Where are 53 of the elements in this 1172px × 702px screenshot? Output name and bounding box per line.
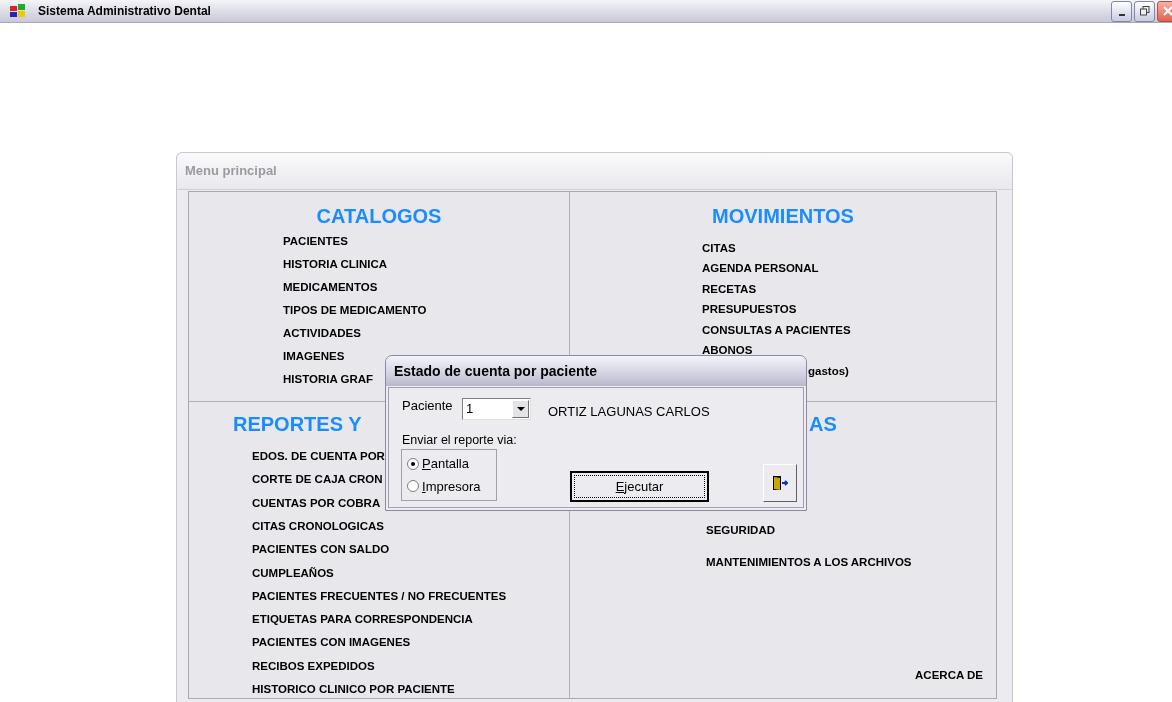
menu-item[interactable]: PACIENTES CON IMAGENES xyxy=(252,634,411,652)
patient-name: ORTIZ LAGUNAS CARLOS xyxy=(548,403,710,421)
section-heading: CATALOGOS xyxy=(316,205,442,227)
restore-button[interactable] xyxy=(1134,0,1155,22)
menu-item[interactable]: EDOS. DE CUENTA POR xyxy=(252,448,385,466)
door-exit-icon xyxy=(772,475,788,491)
section-heading: REPORTES Y xyxy=(233,413,362,435)
menu-item[interactable]: ETIQUETAS PARA CORRESPONDENCIA xyxy=(252,611,473,629)
menu-item[interactable]: CORTE DE CAJA CRON xyxy=(252,471,383,489)
exit-button[interactable] xyxy=(763,464,797,502)
radio-option[interactable]: Impresora xyxy=(407,476,496,496)
panel-title: Menu principal xyxy=(185,162,277,181)
menu-item[interactable]: ACERCA DE xyxy=(915,669,983,681)
menu-item[interactable]: PRESUPUESTOS xyxy=(702,301,797,319)
window-title: Sistema Administrativo Dental xyxy=(38,3,211,20)
menu-item[interactable]: CONSULTAS A PACIENTES xyxy=(702,321,851,339)
menu-item[interactable]: HISTORIA CLINICA xyxy=(283,255,388,274)
menu-item[interactable]: CITAS xyxy=(702,239,736,257)
menu-item[interactable]: gastos) xyxy=(808,362,849,380)
group-label: Enviar el reporte via: xyxy=(402,432,517,449)
section-heading: AS xyxy=(809,413,837,435)
radio-button[interactable] xyxy=(407,457,419,470)
menu-item[interactable]: CUMPLEAÑOS xyxy=(252,564,334,582)
app-icon xyxy=(10,4,26,18)
menu-item[interactable]: RECETAS xyxy=(702,280,757,298)
patient-dropdown[interactable]: 1 xyxy=(462,398,531,420)
execute-button[interactable]: Ejecutar xyxy=(570,471,709,502)
menu-item[interactable]: RECIBOS EXPEDIDOS xyxy=(252,657,375,675)
menu-item[interactable]: MEDICAMENTOS xyxy=(283,278,378,297)
menu-item[interactable]: HISTORIA GRAF xyxy=(283,370,374,389)
menu-item[interactable]: CITAS CRONOLOGICAS xyxy=(252,517,385,536)
radio-button[interactable] xyxy=(407,480,419,493)
menu-item[interactable]: SEGURIDAD xyxy=(706,522,775,540)
close-icon xyxy=(1162,6,1172,16)
menu-item[interactable]: TIPOS DE MEDICAMENTO xyxy=(283,301,427,320)
minimize-button[interactable] xyxy=(1111,0,1132,22)
dialog-title: Estado de cuenta por paciente xyxy=(394,361,598,381)
radio-option[interactable]: Pantalla xyxy=(407,454,496,474)
close-button[interactable] xyxy=(1157,0,1172,22)
section-heading: MOVIMIENTOS xyxy=(712,205,854,227)
menu-item[interactable]: HISTORICO CLINICO POR PACIENTE xyxy=(252,681,455,699)
menu-item[interactable]: PACIENTES xyxy=(283,232,348,251)
menu-item[interactable]: MANTENIMIENTOS A LOS ARCHIVOS xyxy=(706,554,912,572)
menu-item[interactable]: ACTIVIDADES xyxy=(283,324,361,343)
field-label: Paciente xyxy=(402,397,453,415)
menu-item[interactable]: IMAGENES xyxy=(283,347,345,366)
menu-item[interactable]: PACIENTES FRECUENTES / NO FRECUENTES xyxy=(252,587,507,606)
menu-item[interactable]: ABONOS xyxy=(702,342,753,360)
menu-item[interactable]: AGENDA PERSONAL xyxy=(702,260,819,278)
restore-icon xyxy=(1139,6,1150,16)
dropdown-arrow-icon xyxy=(516,407,525,411)
menu-item[interactable]: CUENTAS POR COBRA xyxy=(252,494,381,512)
menu-item[interactable]: PACIENTES CON SALDO xyxy=(252,541,390,559)
